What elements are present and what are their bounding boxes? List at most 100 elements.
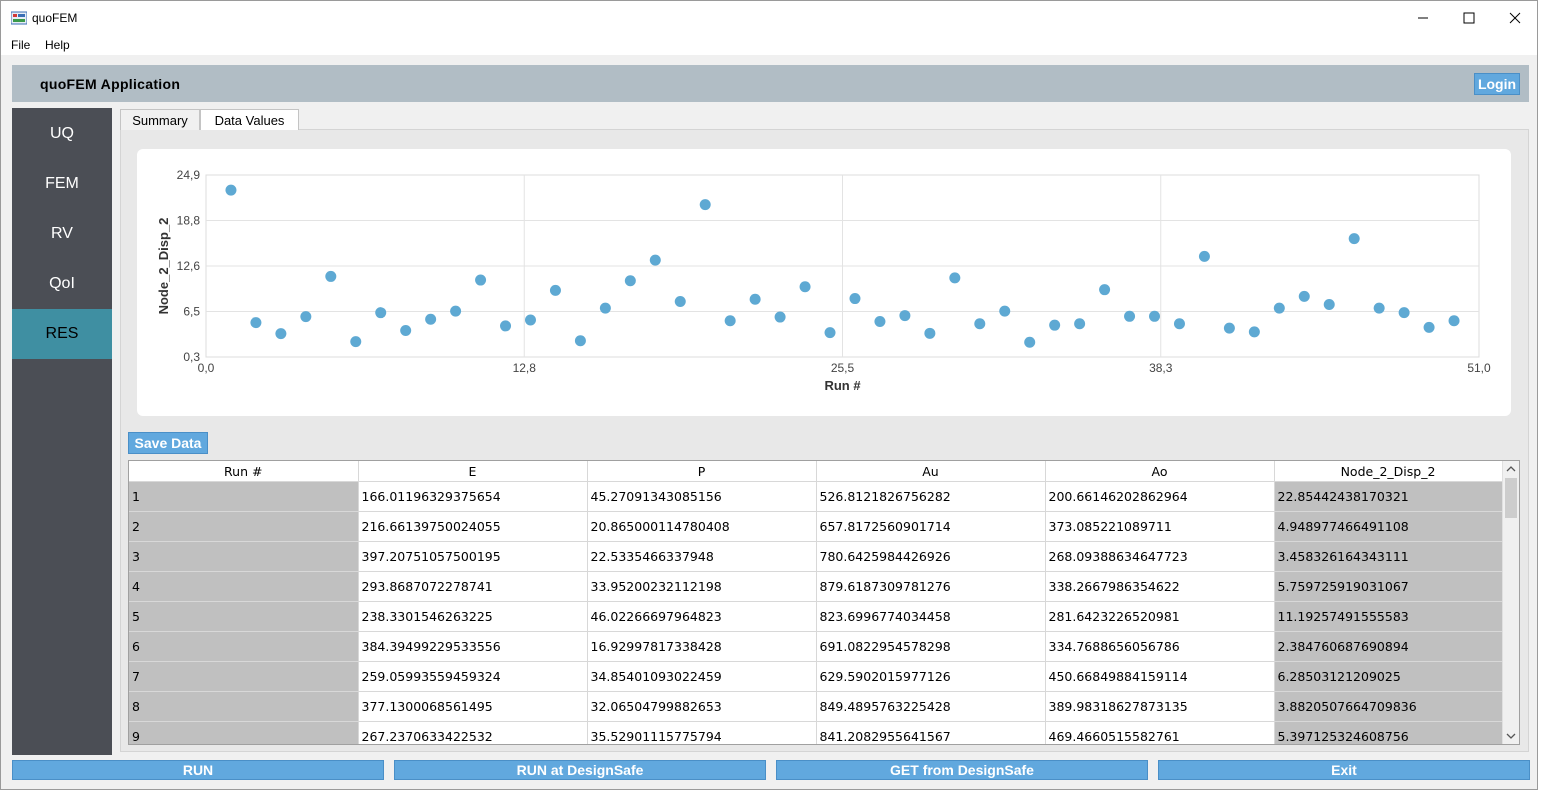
scroll-thumb[interactable] [1505,478,1517,518]
scroll-down-icon[interactable] [1506,732,1516,740]
table-cell[interactable]: 46.02266697964823 [587,601,817,632]
data-point [1099,284,1111,296]
table-cell[interactable]: 259.05993559459324 [358,661,588,692]
table-cell[interactable]: 22.5335466337948 [587,541,817,572]
table-cell[interactable]: 267.2370633422532 [358,721,588,744]
table-row[interactable]: 2 216.66139750024055 20.865000114780408 657… [129,511,1503,542]
table-cell[interactable]: 22.85442438170321 [1274,481,1503,512]
table-cell[interactable]: 16.92997817338428 [587,631,817,662]
data-point [225,184,237,196]
table-cell[interactable]: 377.1300068561495 [358,691,588,722]
sidebar-item-uq[interactable]: UQ [12,109,112,159]
exit-button[interactable]: Exit [1158,760,1530,780]
table-cell[interactable]: 166.01196329375654 [358,481,588,512]
table-cell[interactable]: 384.39499229533556 [358,631,588,662]
table-cell[interactable]: 5.759725919031067 [1274,571,1503,602]
data-point [1173,318,1185,330]
sidebar-item-qoi[interactable]: QoI [12,259,112,309]
maximize-icon [1463,12,1475,24]
table-cell[interactable]: 526.8121826756282 [816,481,1046,512]
column-header-au[interactable]: Au [816,461,1046,482]
table-cell[interactable]: 2.384760687690894 [1274,631,1503,662]
table-cell[interactable]: 338.2667986354622 [1045,571,1275,602]
data-point [549,284,561,296]
title-bar: quoFEM [1,1,1537,35]
menu-file[interactable]: File [11,38,30,52]
run-number-cell[interactable]: 2 [129,511,359,542]
run-number-cell[interactable]: 9 [129,721,359,744]
table-cell[interactable]: 200.66146202862964 [1045,481,1275,512]
table-cell[interactable]: 629.5902015977126 [816,661,1046,692]
run-number-cell[interactable]: 6 [129,631,359,662]
menu-help[interactable]: Help [45,38,70,52]
table-cell[interactable]: 469.4660515582761 [1045,721,1275,744]
table-cell[interactable]: 34.85401093022459 [587,661,817,692]
run-number-cell[interactable]: 7 [129,661,359,692]
table-cell[interactable]: 293.8687072278741 [358,571,588,602]
login-button[interactable]: Login [1474,73,1520,95]
table-cell[interactable]: 281.6423226520981 [1045,601,1275,632]
table-row[interactable]: 5 238.3301546263225 46.02266697964823 823.6… [129,601,1503,632]
run-number-cell[interactable]: 5 [129,601,359,632]
table-cell[interactable]: 389.98318627873135 [1045,691,1275,722]
table-cell[interactable]: 841.2082955641567 [816,721,1046,744]
run-number-cell[interactable]: 3 [129,541,359,572]
run-number-cell[interactable]: 1 [129,481,359,512]
maximize-button[interactable] [1446,1,1492,35]
tab-data-values[interactable]: Data Values [200,109,299,130]
data-point [924,327,936,339]
table-row[interactable]: 6 384.39499229533556 16.92997817338428 691.… [129,631,1503,662]
sidebar-item-rv[interactable]: RV [12,209,112,259]
column-header-ao[interactable]: Ao [1045,461,1275,482]
minimize-button[interactable] [1400,1,1446,35]
close-button[interactable] [1492,1,1538,35]
table-cell[interactable]: 3.8820507664709836 [1274,691,1503,722]
table-cell[interactable]: 879.6187309781276 [816,571,1046,602]
table-cell[interactable]: 5.397125324608756 [1274,721,1503,744]
scroll-up-icon[interactable] [1506,465,1516,473]
table-row[interactable]: 9 267.2370633422532 35.52901115775794 841.2… [129,721,1503,744]
table-cell[interactable]: 32.06504799882653 [587,691,817,722]
column-header-p[interactable]: P [587,461,817,482]
table-cell[interactable]: 691.0822954578298 [816,631,1046,662]
table-cell[interactable]: 849.4895763225428 [816,691,1046,722]
scatter-chart: 0,0 12,8 25,5 38,3 51,0 0,3 6,5 12,6 18,8 24,9 Run… [156,168,1491,393]
sidebar-item-fem[interactable]: FEM [12,159,112,209]
table-cell[interactable]: 657.8172560901714 [816,511,1046,542]
table-row[interactable]: 3 397.20751057500195 22.5335466337948 780.6… [129,541,1503,572]
run-number-cell[interactable]: 8 [129,691,359,722]
save-data-button[interactable]: Save Data [128,432,208,454]
table-row[interactable]: 8 377.1300068561495 32.06504799882653 849.4… [129,691,1503,722]
table-cell[interactable]: 397.20751057500195 [358,541,588,572]
table-cell[interactable]: 4.948977466491108 [1274,511,1503,542]
table-cell[interactable]: 268.09388634647723 [1045,541,1275,572]
column-header-node-2-disp-2[interactable]: Node_2_Disp_2 [1274,461,1503,482]
table-cell[interactable]: 3.458326164343111 [1274,541,1503,572]
column-header-e[interactable]: E [358,461,588,482]
table-cell[interactable]: 33.95200232112198 [587,571,817,602]
table-row[interactable]: 4 293.8687072278741 33.95200232112198 879.6… [129,571,1503,602]
table-cell[interactable]: 11.19257491555583 [1274,601,1503,632]
run-designsafe-button[interactable]: RUN at DesignSafe [394,760,766,780]
table-cell[interactable]: 334.7688656056786 [1045,631,1275,662]
table-cell[interactable]: 20.865000114780408 [587,511,817,542]
sidebar: UQ FEM RV QoI RES [12,108,112,755]
run-number-cell[interactable]: 4 [129,571,359,602]
table-cell[interactable]: 823.6996774034458 [816,601,1046,632]
tab-summary[interactable]: Summary [120,109,200,130]
table-scrollbar[interactable] [1502,461,1519,744]
get-designsafe-button[interactable]: GET from DesignSafe [776,760,1148,780]
run-button[interactable]: RUN [12,760,384,780]
table-cell[interactable]: 6.28503121209025 [1274,661,1503,692]
table-cell[interactable]: 450.66849884159114 [1045,661,1275,692]
table-cell[interactable]: 45.27091343085156 [587,481,817,512]
table-cell[interactable]: 216.66139750024055 [358,511,588,542]
sidebar-item-res[interactable]: RES [12,309,112,359]
table-cell[interactable]: 780.6425984426926 [816,541,1046,572]
table-cell[interactable]: 35.52901115775794 [587,721,817,744]
table-row[interactable]: 7 259.05993559459324 34.85401093022459 629.… [129,661,1503,692]
column-header-run[interactable]: Run # [129,461,359,482]
table-row[interactable]: 1 166.01196329375654 45.27091343085156 526.… [129,481,1503,512]
table-cell[interactable]: 373.085221089711 [1045,511,1275,542]
table-cell[interactable]: 238.3301546263225 [358,601,588,632]
